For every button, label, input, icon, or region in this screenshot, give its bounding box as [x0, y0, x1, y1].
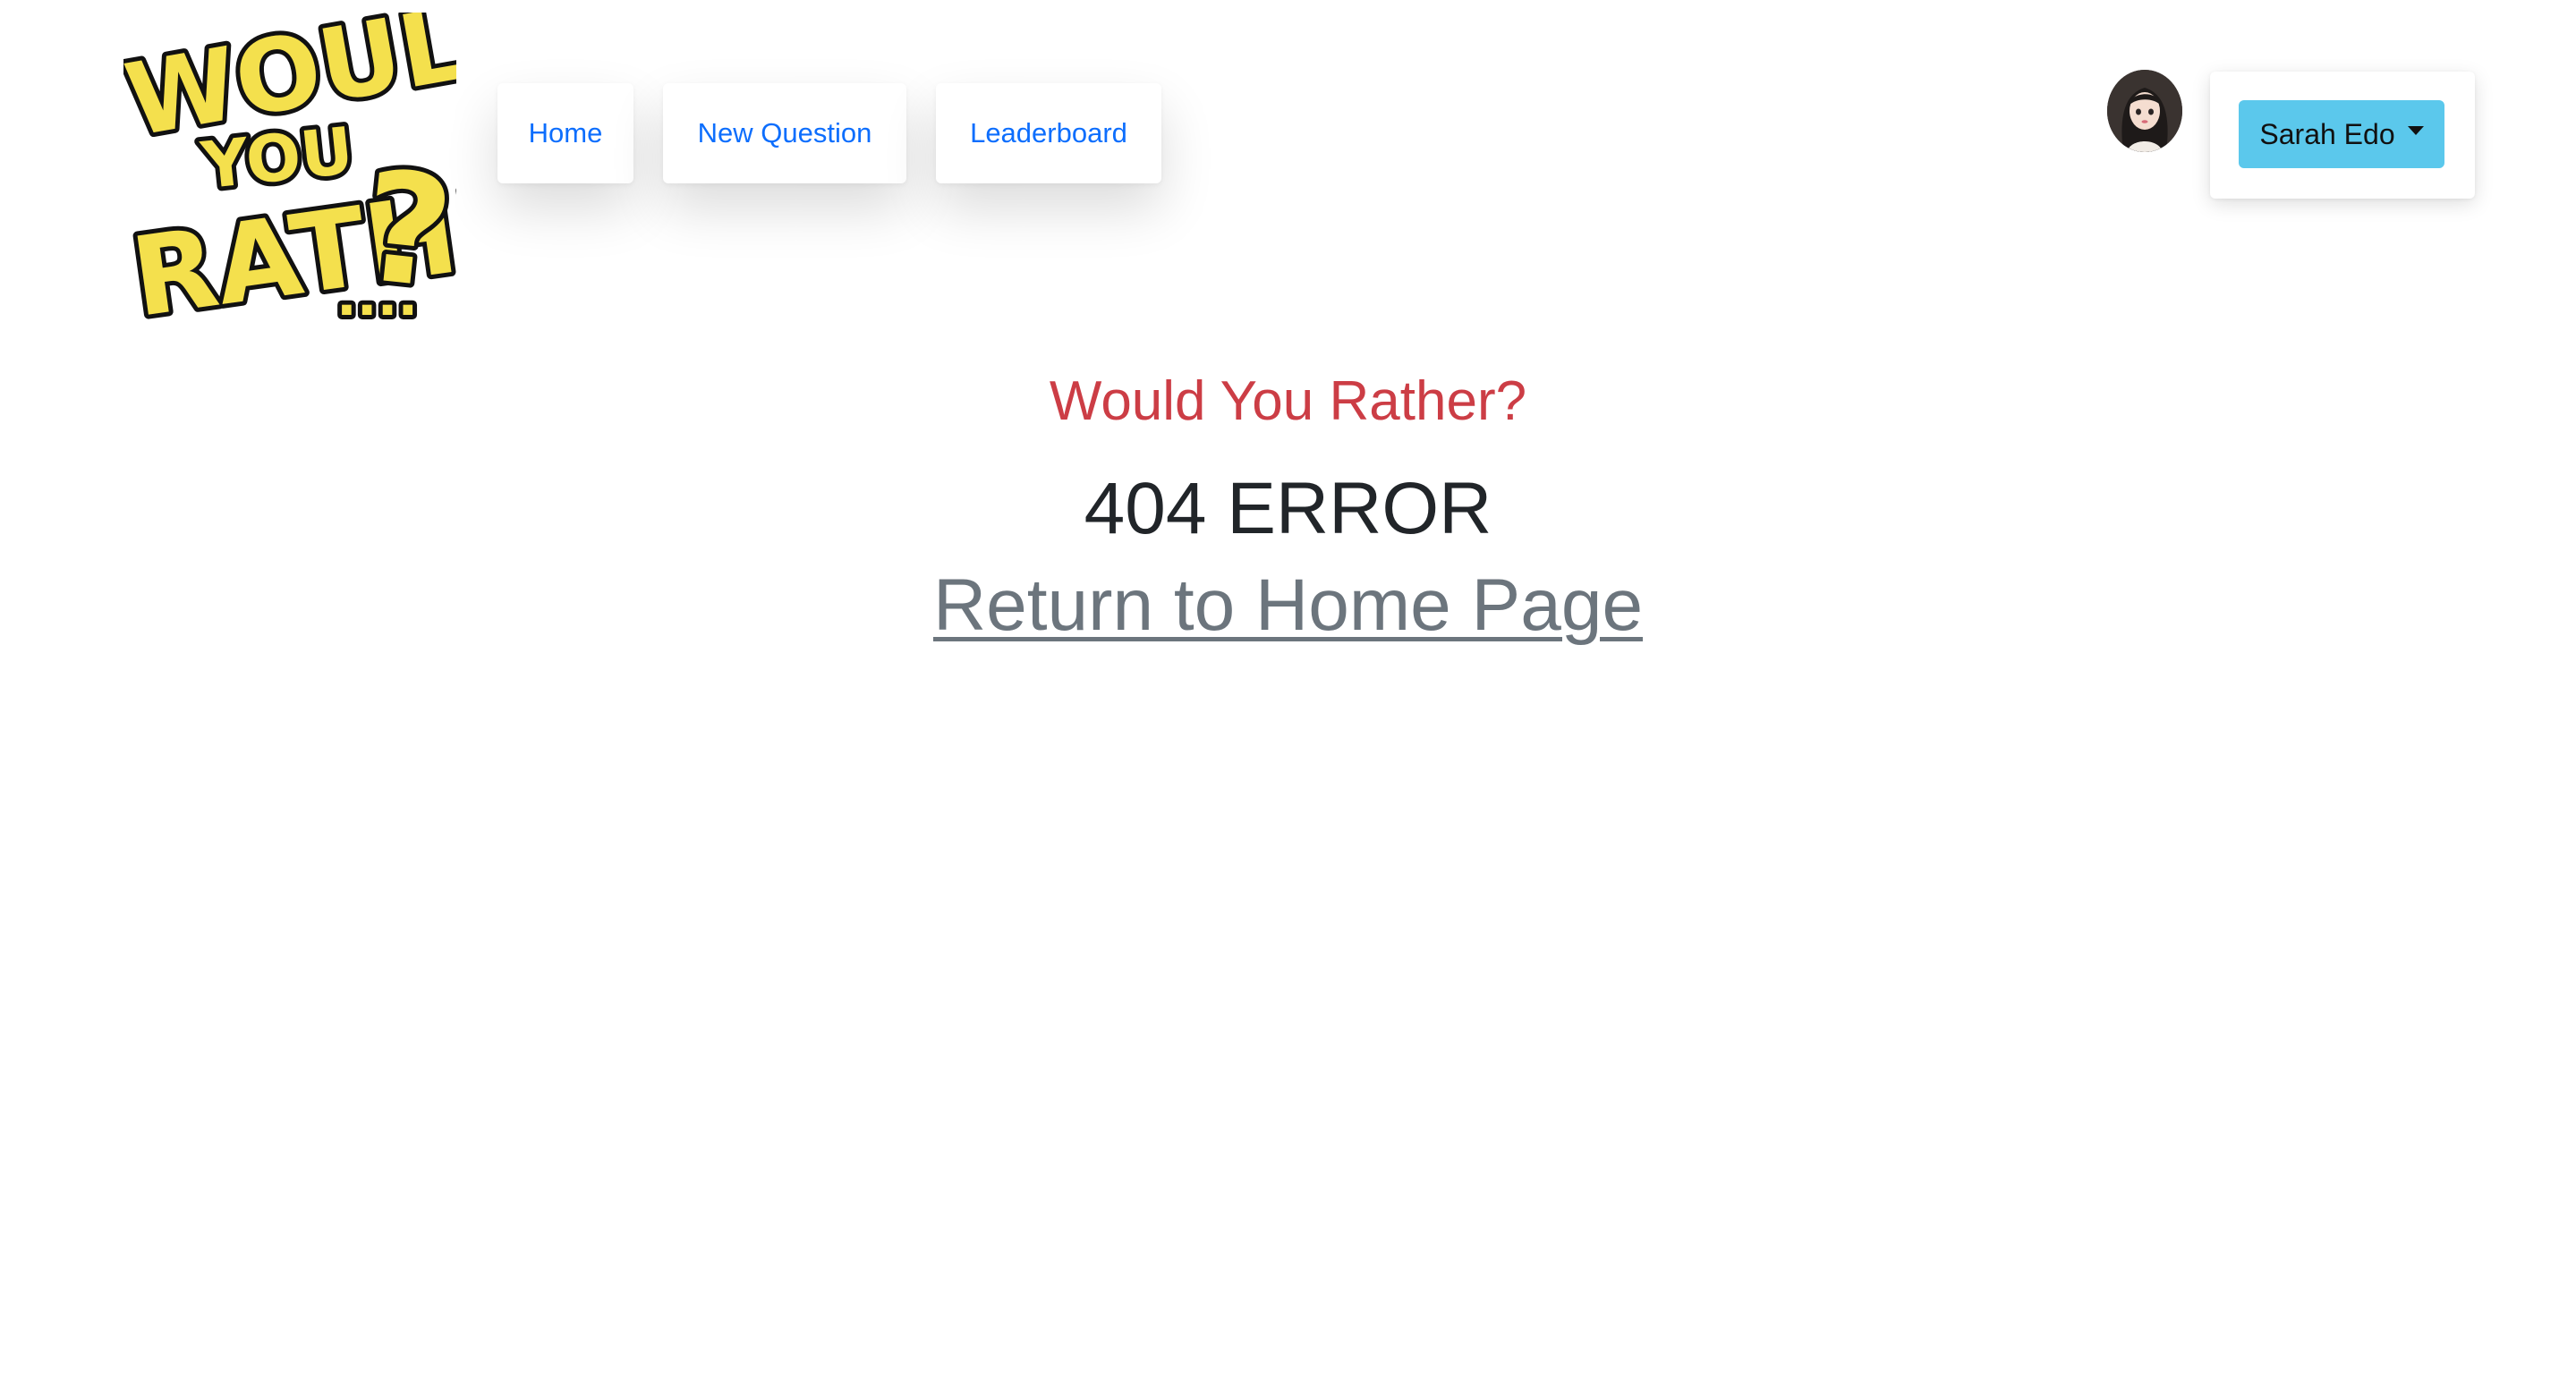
user-avatar: [2107, 70, 2182, 152]
page-title: Would You Rather?: [1049, 370, 1527, 432]
nav-new-question-link[interactable]: New Question: [663, 83, 906, 183]
return-home-link[interactable]: Return to Home Page: [933, 564, 1643, 646]
user-name: Sarah Edo: [2259, 117, 2395, 150]
nav-home-label: Home: [528, 117, 603, 148]
would-you-rather-logo-icon: WOULD YOU RATHER ? ....: [123, 13, 456, 344]
avatar-woman-icon: [2107, 70, 2182, 152]
error-heading: 404 ERROR: [1084, 468, 1492, 549]
page: WOULD YOU RATHER ? .... Home New Questio…: [0, 0, 2576, 1400]
svg-text:....: ....: [336, 266, 418, 328]
nav-new-question-label: New Question: [697, 117, 872, 148]
brand-logo[interactable]: WOULD YOU RATHER ? ....: [123, 13, 456, 344]
user-menu-button[interactable]: Sarah Edo: [2239, 100, 2444, 168]
return-home-container: Return to Home Page: [0, 562, 2576, 649]
caret-down-icon: [2407, 126, 2424, 135]
user-menu-card: Sarah Edo: [2210, 72, 2475, 199]
nav-home-link[interactable]: Home: [497, 83, 633, 183]
nav-leaderboard-label: Leaderboard: [970, 117, 1127, 148]
nav-leaderboard-link[interactable]: Leaderboard: [936, 83, 1161, 183]
